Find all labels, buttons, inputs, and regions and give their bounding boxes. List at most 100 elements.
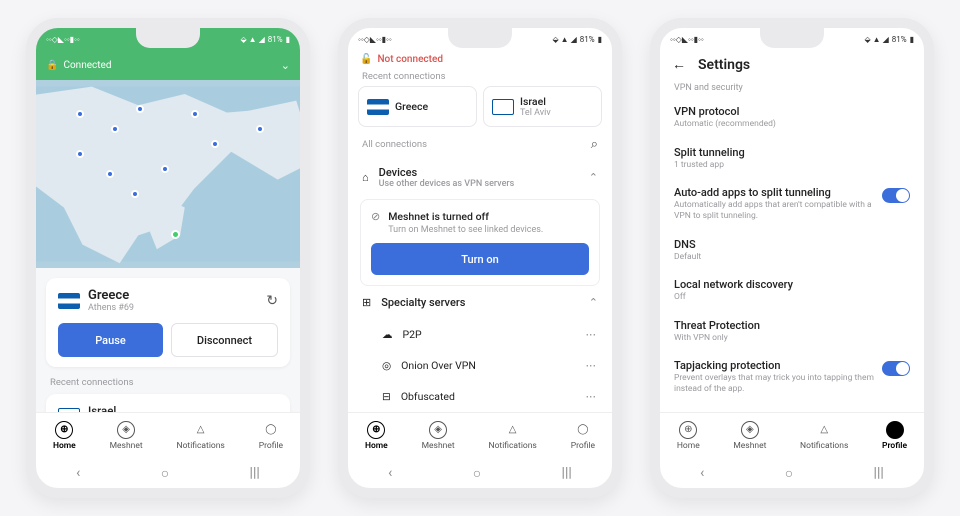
- tab-meshnet[interactable]: ◈Meshnet: [733, 421, 766, 451]
- settings-header: ← Settings: [660, 50, 924, 79]
- tab-notifications[interactable]: △Notifications: [489, 421, 537, 451]
- recent-item-label: Israel: [88, 404, 119, 412]
- tab-notifications[interactable]: △Notifications: [800, 421, 848, 451]
- person-icon: ◯: [574, 421, 592, 439]
- specialty-obfuscated[interactable]: ⊟ Obfuscated ⋯: [348, 381, 612, 412]
- tab-profile[interactable]: ◯ Profile: [259, 421, 283, 451]
- not-connected-banner[interactable]: 🔓Not connected: [360, 54, 600, 65]
- tab-home-label: Home: [677, 441, 700, 451]
- tab-home-label: Home: [53, 441, 76, 451]
- phone-notch: [136, 28, 200, 48]
- settings-item-title: VPN protocol: [674, 105, 910, 118]
- settings-item[interactable]: Split tunneling1 trusted app: [660, 138, 924, 179]
- back-softkey[interactable]: ‹: [76, 465, 80, 481]
- tab-meshnet-label: Meshnet: [110, 441, 143, 451]
- settings-item[interactable]: DNSDefault: [660, 230, 924, 271]
- mesh-icon: ◈: [429, 421, 447, 439]
- settings-item-subtitle: Off: [674, 292, 910, 303]
- devices-title: Devices: [379, 166, 579, 179]
- more-icon[interactable]: ⋯: [586, 359, 599, 372]
- recents-softkey[interactable]: |||: [874, 465, 884, 481]
- tab-meshnet-label: Meshnet: [733, 441, 766, 451]
- flag-greece-icon: [58, 293, 80, 309]
- tab-home[interactable]: ⊕ Home: [677, 421, 700, 451]
- more-icon[interactable]: ⋯: [586, 328, 599, 341]
- devices-icon: ⌂: [362, 171, 369, 184]
- phone-home-connected: ◦◦◇◣◦◦▮◦◦ ⬙ ▲ ◢ 81% ▮ 🔒Connected ⌄: [26, 18, 310, 498]
- person-icon: ◯: [262, 421, 280, 439]
- android-softkeys: ‹ ○ |||: [36, 458, 300, 488]
- phone-home-disconnected: ◦◦◇◣◦◦▮◦◦ ⬙ ▲ ◢ 81% ▮ 🔓Not connected Rec…: [338, 18, 622, 498]
- tab-profile-label: Profile: [259, 441, 283, 451]
- tab-profile[interactable]: ◯Profile: [571, 421, 595, 451]
- back-softkey[interactable]: ‹: [388, 465, 392, 481]
- p2p-icon: ☁: [382, 328, 393, 341]
- home-softkey[interactable]: ○: [473, 465, 481, 482]
- bottom-tab-bar: ⊕Home ◈ Meshnet △Notifications ◯ Profile: [36, 412, 300, 458]
- tab-meshnet[interactable]: ◈ Meshnet: [110, 421, 143, 451]
- bell-icon: △: [192, 421, 210, 439]
- back-arrow-icon[interactable]: ←: [672, 56, 686, 73]
- mesh-icon: ◈: [117, 421, 135, 439]
- specialty-onion[interactable]: ◎Onion Over VPN⋯: [348, 350, 612, 381]
- connection-banner[interactable]: 🔒 Connected ⌄: [36, 50, 300, 80]
- meshnet-title: Meshnet is turned off: [388, 210, 543, 223]
- toggle-switch[interactable]: [882, 188, 910, 203]
- recents-softkey[interactable]: |||: [562, 465, 572, 481]
- settings-item-subtitle: Prevent overlays that may trick you into…: [674, 373, 874, 394]
- tab-notifications[interactable]: △Notifications: [177, 421, 225, 451]
- settings-item-title: Threat Protection: [674, 319, 910, 332]
- refresh-icon[interactable]: ↻: [266, 293, 278, 309]
- home-softkey[interactable]: ○: [785, 465, 793, 482]
- disconnect-button[interactable]: Disconnect: [171, 323, 278, 357]
- settings-item-subtitle: Automatic (recommended): [674, 119, 910, 130]
- flag-greece-icon: [367, 99, 389, 115]
- settings-item[interactable]: Threat ProtectionWith VPN only: [660, 311, 924, 352]
- chip-sublabel: Tel Aviv: [520, 108, 551, 118]
- obfuscated-icon: ⊟: [382, 390, 391, 403]
- server-map[interactable]: [36, 80, 300, 268]
- recents-softkey[interactable]: |||: [250, 465, 260, 481]
- settings-item-subtitle: Automatically add apps that aren't compa…: [674, 200, 874, 221]
- item-label: P2P: [403, 328, 422, 341]
- settings-item[interactable]: Unsafe Wi-Fi detectionGet alerts when co…: [660, 403, 924, 412]
- bottom-tab-bar: ⊕Home ◈Meshnet △Notifications ◯Profile: [348, 412, 612, 458]
- settings-item[interactable]: Tapjacking protectionPrevent overlays th…: [660, 351, 924, 402]
- chip-label: Israel: [520, 95, 551, 108]
- recent-chip-greece[interactable]: Greece: [358, 86, 477, 127]
- chip-label: Greece: [395, 100, 428, 113]
- settings-item-title: Local network discovery: [674, 278, 910, 291]
- specialty-servers-header[interactable]: ⊞ Specialty servers ⌃: [348, 286, 612, 319]
- tab-home[interactable]: ⊕Home: [53, 421, 76, 451]
- settings-category-vpn: VPN and security: [660, 79, 924, 97]
- specialty-p2p[interactable]: ☁ P2P ⋯: [348, 319, 612, 350]
- turn-on-meshnet-button[interactable]: Turn on: [371, 243, 589, 275]
- recent-chip-israel[interactable]: IsraelTel Aviv: [483, 86, 602, 127]
- tab-profile[interactable]: ◯Profile: [882, 421, 907, 451]
- current-server-card: Greece Athens #69 ↻ Pause Disconnect: [46, 278, 290, 367]
- search-icon[interactable]: ⌕: [591, 137, 598, 152]
- back-softkey[interactable]: ‹: [700, 465, 704, 481]
- settings-item[interactable]: Auto-add apps to split tunnelingAutomati…: [660, 178, 924, 229]
- lock-icon: 🔒: [46, 60, 58, 71]
- globe-icon: ⊕: [679, 421, 697, 439]
- bell-icon: △: [504, 421, 522, 439]
- settings-item[interactable]: Local network discoveryOff: [660, 270, 924, 311]
- tab-meshnet[interactable]: ◈Meshnet: [422, 421, 455, 451]
- settings-item[interactable]: VPN protocolAutomatic (recommended): [660, 97, 924, 138]
- toggle-switch[interactable]: [882, 361, 910, 376]
- item-label: Obfuscated: [401, 390, 455, 403]
- meshnet-subtitle: Turn on Meshnet to see linked devices.: [388, 225, 543, 235]
- recent-item-israel[interactable]: Israel Tel Aviv: [46, 394, 290, 412]
- bottom-tab-bar: ⊕ Home ◈Meshnet △Notifications ◯Profile: [660, 412, 924, 458]
- current-server-detail: Athens #69: [88, 303, 258, 313]
- connection-status-label: Connected: [63, 60, 111, 71]
- devices-group-header[interactable]: ⌂ Devices Use other devices as VPN serve…: [348, 156, 612, 199]
- pause-button[interactable]: Pause: [58, 323, 163, 357]
- more-icon[interactable]: ⋯: [586, 390, 599, 403]
- home-softkey[interactable]: ○: [161, 465, 169, 482]
- tab-home[interactable]: ⊕Home: [365, 421, 388, 451]
- settings-item-title: Auto-add apps to split tunneling: [674, 186, 874, 199]
- chevron-down-icon[interactable]: ⌄: [281, 59, 290, 72]
- chevron-up-icon: ⌃: [589, 171, 598, 184]
